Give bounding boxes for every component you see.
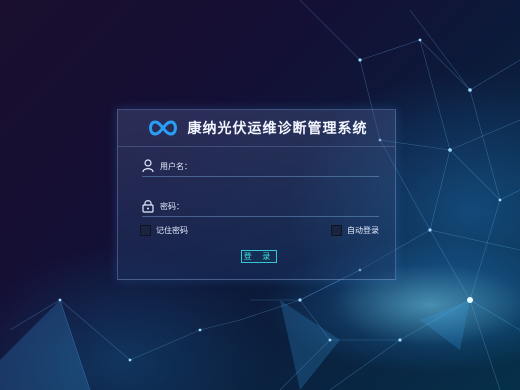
remember-password-checkbox[interactable]: 记住密码 [140,225,188,236]
password-input[interactable] [184,199,379,213]
remember-checkbox-box[interactable] [140,225,151,236]
auto-login-checkbox[interactable]: 自动登录 [331,225,379,236]
username-label: 用户名： [160,161,192,171]
lock-icon [142,200,154,213]
user-icon [142,159,154,173]
password-field: 密码： [142,196,379,217]
infinity-logo-icon [148,120,177,136]
username-field: 用户名： [142,156,379,177]
login-button[interactable]: 登 录 [241,250,277,263]
page-title: 康纳光伏运维诊断管理系统 [187,121,368,137]
password-label: 密码： [160,201,184,211]
username-input[interactable] [192,159,379,173]
remember-password-label: 记住密码 [156,226,188,235]
login-panel: 康纳光伏运维诊断管理系统 用户名： 密码： 记住密码 自动登录 登 录 [117,109,396,280]
auto-login-label: 自动登录 [347,226,379,235]
auto-login-checkbox-box[interactable] [331,225,342,236]
panel-header: 康纳光伏运维诊断管理系统 [118,110,395,147]
